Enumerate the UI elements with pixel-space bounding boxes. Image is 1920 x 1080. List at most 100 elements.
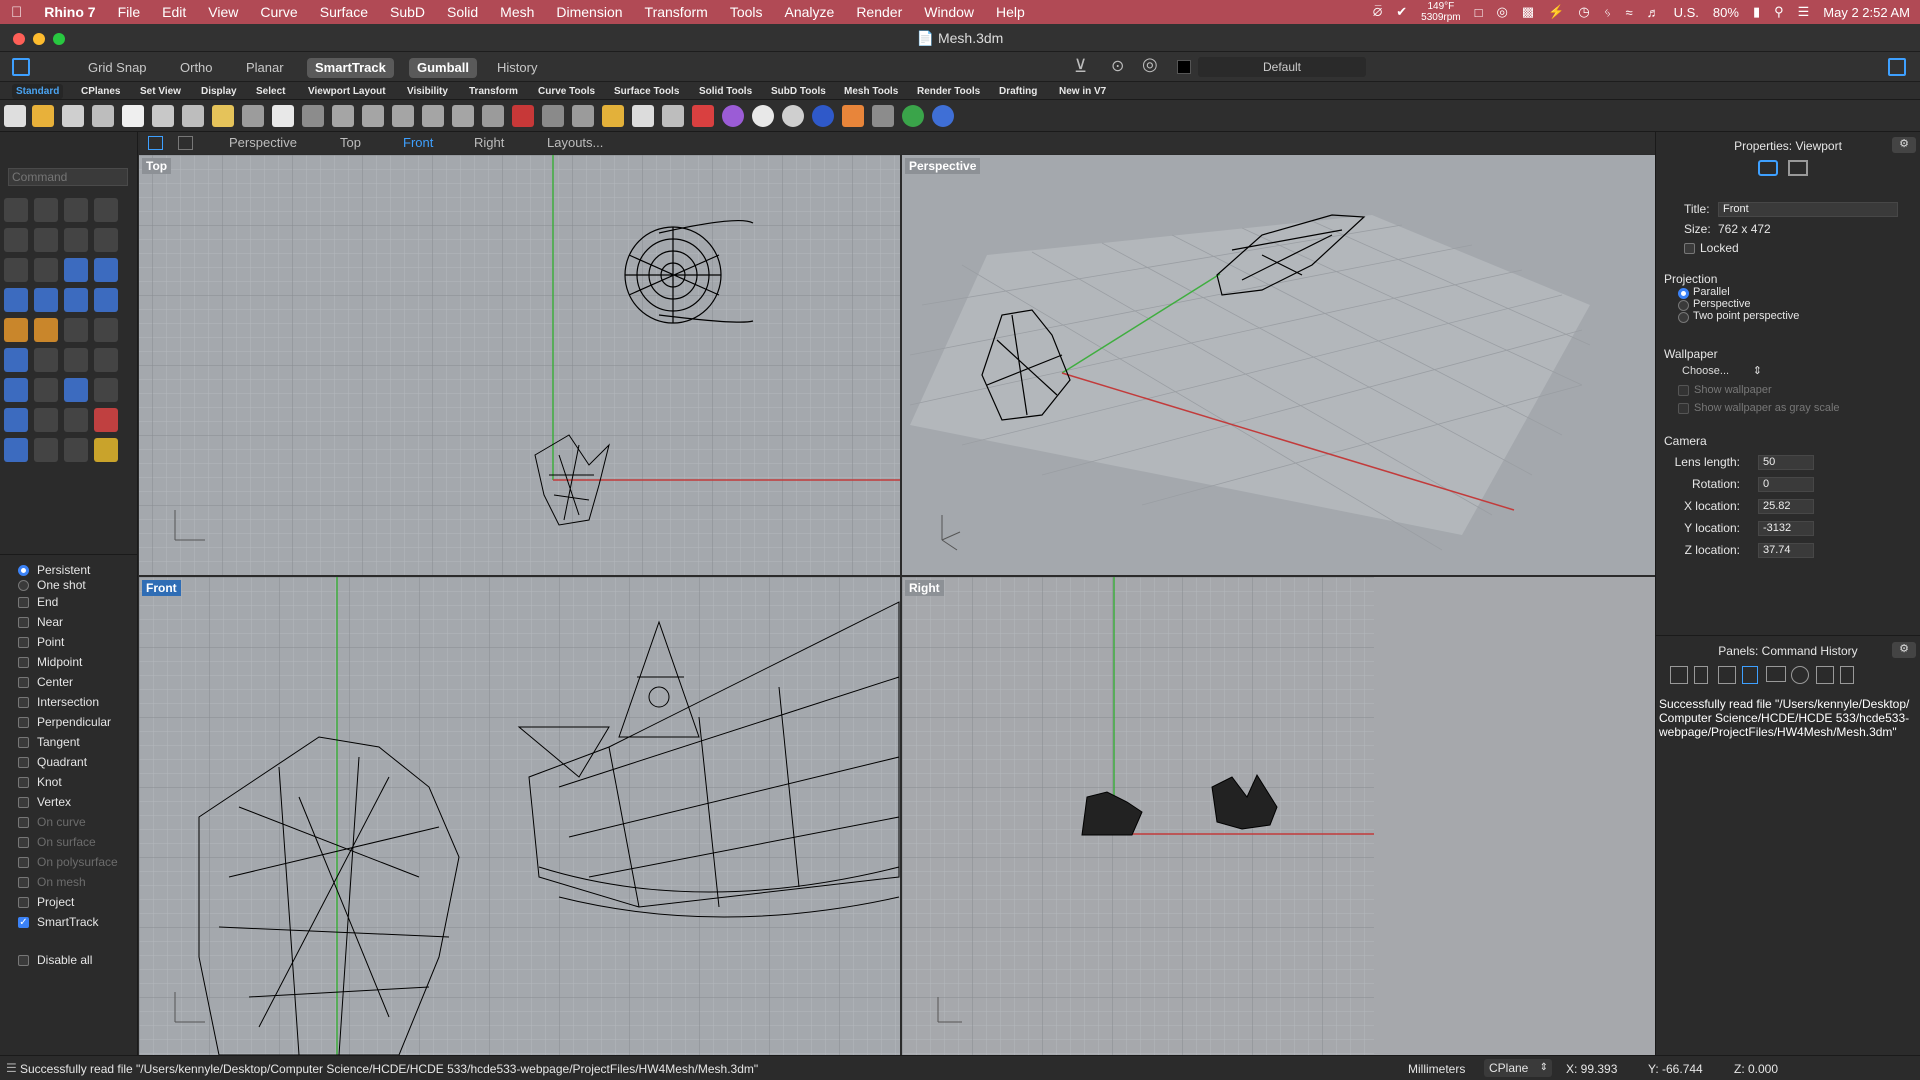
cube-panel-icon[interactable] xyxy=(1718,666,1736,684)
extrude-icon[interactable] xyxy=(94,258,118,282)
group-icon[interactable] xyxy=(34,348,58,372)
boolean-union-icon[interactable] xyxy=(4,348,28,372)
bolt-icon[interactable]: ⚡ xyxy=(1548,4,1564,20)
osnap-perpendicular[interactable]: Perpendicular xyxy=(18,714,111,730)
rotation-field[interactable]: 0 xyxy=(1758,477,1814,492)
osnap-end[interactable]: End xyxy=(18,594,58,610)
rotate-view-icon[interactable] xyxy=(302,105,324,127)
tab-cplanes[interactable]: CPlanes xyxy=(77,84,124,99)
layer-selector[interactable]: Default xyxy=(1198,57,1366,77)
sphere-icon[interactable] xyxy=(34,288,58,312)
menu-app-name[interactable]: Rhino 7 xyxy=(33,4,106,20)
help-panel-icon[interactable] xyxy=(1791,666,1809,684)
tab-subd-tools[interactable]: SubD Tools xyxy=(767,84,830,99)
circle-icon[interactable] xyxy=(4,228,28,252)
viewport-label-perspective[interactable]: Perspective xyxy=(905,158,981,174)
trim-icon[interactable] xyxy=(34,318,58,342)
media-icon[interactable]: ◎ xyxy=(1496,4,1507,20)
command-history-panel-icon[interactable] xyxy=(1742,666,1758,684)
new-file-icon[interactable] xyxy=(4,105,26,127)
layout-icon[interactable]: ▩ xyxy=(1522,4,1534,20)
layers-icon[interactable] xyxy=(692,105,714,127)
perspective-radio[interactable] xyxy=(1678,300,1689,311)
persistent-radio[interactable]: Persistent xyxy=(18,562,90,578)
lock-icon[interactable] xyxy=(662,105,684,127)
tools-panel-icon[interactable] xyxy=(1816,666,1834,684)
rendered-sphere-icon[interactable] xyxy=(782,105,804,127)
arc-icon[interactable] xyxy=(64,228,88,252)
zoom-extents-icon[interactable] xyxy=(392,105,414,127)
grid-snap-toggle[interactable]: Grid Snap xyxy=(80,58,155,78)
filter-icon[interactable]: ⊻ xyxy=(1074,56,1087,77)
units-label[interactable]: Millimeters xyxy=(1408,1062,1465,1076)
menu-file[interactable]: File xyxy=(107,4,152,20)
globe-icon[interactable] xyxy=(902,105,924,127)
notes-panel-icon[interactable] xyxy=(1840,666,1854,684)
control-center-icon[interactable]: ☰ xyxy=(1798,4,1810,20)
menu-edit[interactable]: Edit xyxy=(151,4,197,20)
tab-solid-tools[interactable]: Solid Tools xyxy=(695,84,756,99)
layers-panel-icon[interactable] xyxy=(1670,666,1688,684)
cplane-icon[interactable] xyxy=(572,105,594,127)
car-icon[interactable] xyxy=(512,105,534,127)
undo-view-icon[interactable] xyxy=(452,105,474,127)
title-field[interactable]: Front xyxy=(1718,202,1898,217)
cut-icon[interactable] xyxy=(152,105,174,127)
search-icon[interactable]: ⚲ xyxy=(1774,4,1784,20)
rectangle-icon[interactable] xyxy=(94,228,118,252)
single-layout-icon[interactable] xyxy=(178,136,193,150)
copy-icon[interactable] xyxy=(182,105,204,127)
polyline-icon[interactable] xyxy=(64,198,88,222)
vpn-icon[interactable]: ✔ xyxy=(1396,4,1407,20)
menu-mesh[interactable]: Mesh xyxy=(489,4,545,20)
grid-layout-icon[interactable] xyxy=(148,136,163,150)
pan-icon[interactable] xyxy=(272,105,294,127)
edit-icon[interactable] xyxy=(94,378,118,402)
print-icon[interactable] xyxy=(92,105,114,127)
color-wheel-icon[interactable] xyxy=(722,105,744,127)
join-icon[interactable] xyxy=(94,318,118,342)
viewport-label-right[interactable]: Right xyxy=(905,580,944,596)
light-icon[interactable] xyxy=(632,105,654,127)
menu-surface[interactable]: Surface xyxy=(309,4,379,20)
array-icon[interactable] xyxy=(64,378,88,402)
menu-analyze[interactable]: Analyze xyxy=(774,4,846,20)
point-icon[interactable] xyxy=(34,198,58,222)
check-icon[interactable] xyxy=(34,438,58,462)
select-points-icon[interactable] xyxy=(602,105,624,127)
split-icon[interactable] xyxy=(64,318,88,342)
two-point-radio[interactable] xyxy=(1678,312,1689,323)
viewport-top[interactable]: Top xyxy=(139,155,900,575)
menu-solid[interactable]: Solid xyxy=(436,4,489,20)
yloc-field[interactable]: -3132 xyxy=(1758,521,1814,536)
tab-perspective[interactable]: Perspective xyxy=(229,135,297,150)
save-icon[interactable] xyxy=(62,105,84,127)
osnap-intersection[interactable]: Intersection xyxy=(18,694,99,710)
layer-color-swatch[interactable] xyxy=(1177,60,1191,74)
osnap-vertex[interactable]: Vertex xyxy=(18,794,71,810)
bluetooth-icon[interactable]: ᛃ xyxy=(1604,5,1612,20)
osnap-point[interactable]: Point xyxy=(18,634,64,650)
text-icon[interactable] xyxy=(4,378,28,402)
planar-toggle[interactable]: Planar xyxy=(238,58,292,78)
battery-icon[interactable]: ▮ xyxy=(1753,4,1760,20)
menu-view[interactable]: View xyxy=(197,4,249,20)
tab-drafting[interactable]: Drafting xyxy=(995,84,1041,99)
tab-transform[interactable]: Transform xyxy=(465,84,522,99)
curve-icon[interactable] xyxy=(94,198,118,222)
four-view-icon[interactable] xyxy=(482,105,504,127)
shape-icon[interactable] xyxy=(64,438,88,462)
zoom-icon[interactable] xyxy=(332,105,354,127)
osnap-quadrant[interactable]: Quadrant xyxy=(18,754,87,770)
viewport-right[interactable]: Right xyxy=(902,577,1655,1055)
menu-render[interactable]: Render xyxy=(845,4,913,20)
apple-icon[interactable]:  xyxy=(0,4,33,21)
gear-icon[interactable]: ⚙ xyxy=(1892,137,1916,153)
offset-icon[interactable] xyxy=(64,348,88,372)
tab-standard[interactable]: Standard xyxy=(12,84,64,99)
right-sidebar-toggle-icon[interactable] xyxy=(1888,58,1906,76)
osnap-smarttrack[interactable]: ✓ SmartTrack xyxy=(18,914,99,930)
menu-subd[interactable]: SubD xyxy=(379,4,436,20)
polygon-icon[interactable] xyxy=(4,258,28,282)
render-icon[interactable] xyxy=(812,105,834,127)
